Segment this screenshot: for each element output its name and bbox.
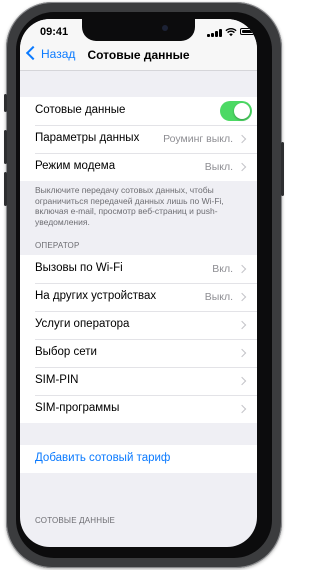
hotspot-label: Режим модема bbox=[35, 160, 116, 172]
operator-group: Вызовы по Wi-Fi Вкл. На других устройств… bbox=[20, 255, 257, 423]
chevron-right-icon bbox=[237, 404, 247, 414]
signal-icon bbox=[207, 29, 223, 37]
status-time: 09:41 bbox=[40, 26, 69, 38]
chevron-right-icon bbox=[237, 320, 247, 330]
wifi-icon bbox=[225, 28, 237, 37]
chevron-right-icon bbox=[237, 264, 247, 274]
chevron-right-icon bbox=[237, 292, 247, 302]
cellular-settings-group: Сотовые данные Параметры данных Роуминг … bbox=[20, 97, 257, 181]
add-cellular-plan-label: Добавить сотовый тариф bbox=[35, 452, 171, 464]
notch bbox=[82, 19, 195, 41]
list-item-wifi-calling[interactable]: Вызовы по Wi-Fi Вкл. bbox=[20, 255, 257, 283]
chevron-right-icon bbox=[237, 348, 247, 358]
cellular-data-row: Сотовые данные bbox=[20, 97, 257, 125]
add-plan-group: Добавить сотовый тариф bbox=[20, 445, 257, 473]
personal-hotspot-row[interactable]: Режим модема Выкл. bbox=[20, 153, 257, 181]
list-item-sim-pin[interactable]: SIM-PIN bbox=[20, 367, 257, 395]
list-item-label: SIM-программы bbox=[35, 402, 120, 414]
list-item-carrier-services[interactable]: Услуги оператора bbox=[20, 311, 257, 339]
screen: 09:41 Назад Сотовые данные Сотовые данны… bbox=[20, 19, 257, 547]
list-item-sim-apps[interactable]: SIM-программы bbox=[20, 395, 257, 423]
chevron-right-icon bbox=[237, 162, 247, 172]
chevron-right-icon bbox=[237, 376, 247, 386]
hotspot-value: Выкл. bbox=[204, 161, 233, 173]
cellular-data-toggle[interactable] bbox=[220, 101, 252, 121]
list-item-other-devices[interactable]: На других устройствах Выкл. bbox=[20, 283, 257, 311]
page-title: Сотовые данные bbox=[87, 48, 190, 62]
toggle-knob bbox=[234, 103, 250, 119]
data-options-row[interactable]: Параметры данных Роуминг выкл. bbox=[20, 125, 257, 153]
volume-down-button bbox=[4, 172, 7, 206]
cellular-data-label: Сотовые данные bbox=[35, 104, 126, 116]
add-cellular-plan-button[interactable]: Добавить сотовый тариф bbox=[20, 445, 257, 473]
list-item-value: Выкл. bbox=[204, 291, 233, 303]
power-button bbox=[281, 142, 284, 196]
list-item-network-selection[interactable]: Выбор сети bbox=[20, 339, 257, 367]
list-item-label: Выбор сети bbox=[35, 346, 97, 358]
list-item-value: Вкл. bbox=[212, 263, 233, 275]
list-item-label: Услуги оператора bbox=[35, 318, 130, 330]
list-item-label: На других устройствах bbox=[35, 290, 157, 302]
list-item-label: Вызовы по Wi-Fi bbox=[35, 262, 123, 274]
navigation-bar: Назад Сотовые данные bbox=[20, 41, 257, 71]
volume-up-button bbox=[4, 130, 7, 164]
list-item-label: SIM-PIN bbox=[35, 374, 79, 386]
mute-switch bbox=[4, 94, 7, 112]
cellular-data-footer-note: Выключите передачу сотовых данных, чтобы… bbox=[35, 185, 224, 227]
operator-section-header: ОПЕРАТОР bbox=[35, 241, 80, 250]
chevron-right-icon bbox=[237, 134, 247, 144]
front-camera bbox=[162, 25, 168, 31]
data-options-value: Роуминг выкл. bbox=[163, 133, 233, 145]
data-options-label: Параметры данных bbox=[35, 132, 140, 144]
cellular-data-section-header: СОТОВЫЕ ДАННЫЕ bbox=[35, 516, 116, 525]
battery-icon bbox=[240, 28, 257, 35]
